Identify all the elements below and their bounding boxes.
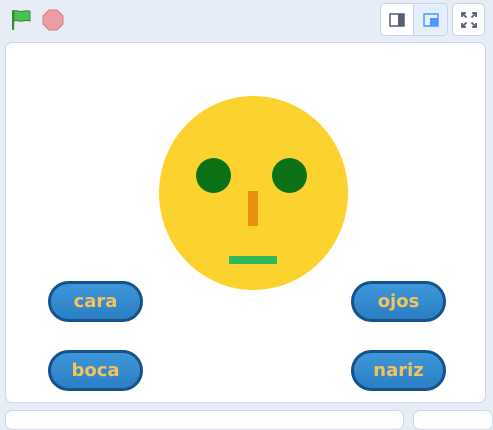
mouth (229, 256, 277, 264)
green-flag-button[interactable] (9, 8, 33, 32)
green-flag-icon (12, 10, 31, 30)
fullscreen-button[interactable] (452, 3, 485, 36)
small-stage-icon (389, 12, 405, 27)
stage-size-toggle (380, 3, 448, 36)
nose (248, 191, 258, 226)
cara-button[interactable]: cara (48, 281, 143, 322)
stop-icon (42, 9, 64, 31)
boca-button[interactable]: boca (48, 350, 143, 391)
left-eye (196, 158, 231, 193)
ojos-button[interactable]: ojos (351, 281, 446, 322)
right-eye (272, 158, 307, 193)
nariz-button[interactable]: nariz (351, 350, 446, 391)
small-stage-button[interactable] (381, 4, 414, 35)
sprite-info-panel (5, 410, 404, 430)
fullscreen-icon (460, 11, 477, 28)
face-sprite[interactable] (159, 96, 348, 290)
stage-header (0, 0, 493, 40)
stop-button[interactable] (41, 8, 65, 32)
stage-canvas[interactable]: cara ojos boca nariz (5, 42, 486, 403)
normal-stage-icon (422, 12, 439, 27)
stage-selector-panel (413, 410, 493, 430)
normal-stage-button[interactable] (414, 4, 447, 35)
